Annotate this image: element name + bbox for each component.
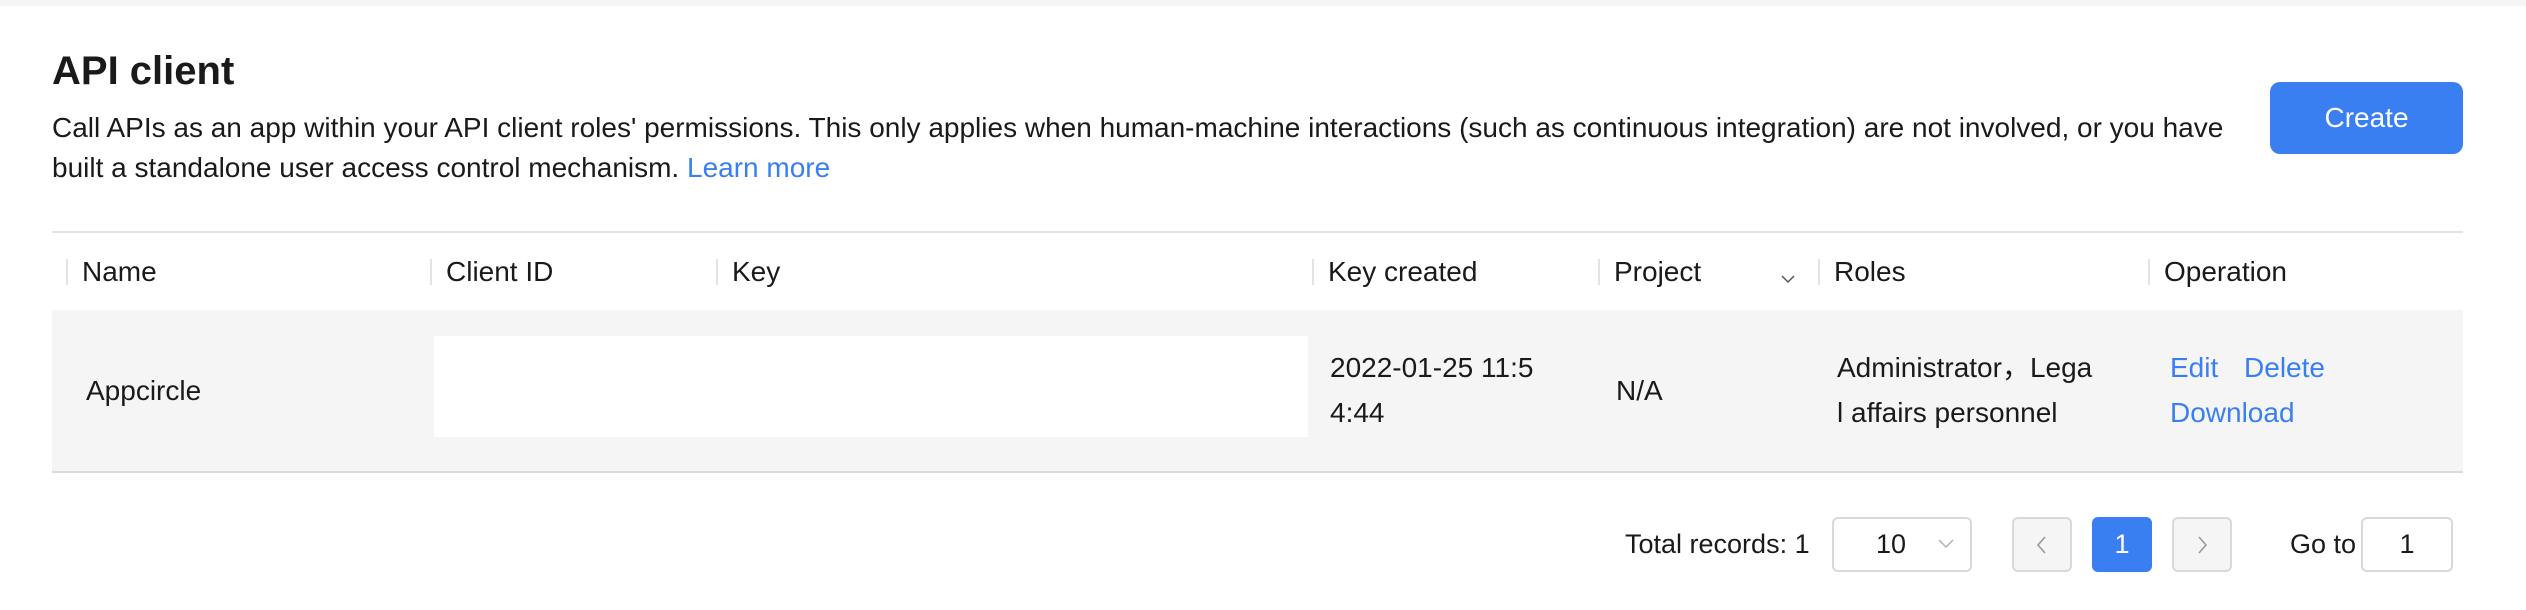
total-records: Total records: 1 (1625, 529, 1810, 559)
column-label: Key created (1328, 256, 1478, 287)
learn-more-link[interactable]: Learn more (687, 152, 830, 183)
next-page-button[interactable] (2172, 517, 2232, 572)
prev-page-button[interactable] (2012, 517, 2072, 572)
roles-line: l affairs personnel (1837, 397, 2058, 428)
column-header-client-id: Client ID (430, 233, 716, 310)
column-header-project: Project (1598, 233, 1818, 310)
table-header: Name Client ID Key Key created Project R… (52, 233, 2463, 310)
edit-link[interactable]: Edit (2170, 352, 2218, 383)
key-created-line: 2022-01-25 11:5 (1330, 352, 1534, 383)
column-separator (716, 259, 718, 285)
column-separator (2148, 259, 2150, 285)
cell-name: Appcircle (86, 375, 202, 406)
column-separator (1818, 259, 1820, 285)
column-header-operation: Operation (2148, 233, 2463, 310)
delete-link[interactable]: Delete (2244, 352, 2325, 383)
row-divider (52, 471, 2463, 473)
cell-client-id-key-redacted (434, 336, 1308, 437)
column-separator (430, 259, 432, 285)
download-link[interactable]: Download (2170, 397, 2295, 428)
column-label: Project (1614, 256, 1702, 287)
page-size-value: 10 (1876, 529, 1907, 559)
page-button-current[interactable]: 1 (2092, 517, 2152, 572)
top-band (0, 0, 2526, 6)
chevron-down-icon[interactable] (1780, 271, 1796, 287)
column-separator (1598, 259, 1600, 285)
cell-operation: Edit Delete Download (2170, 345, 2325, 435)
column-separator (66, 259, 68, 285)
column-label: Name (82, 256, 157, 287)
column-label: Roles (1834, 256, 1906, 287)
cell-project: N/A (1616, 375, 1663, 406)
cell-key-created: 2022-01-25 11:5 4:44 (1330, 345, 1533, 435)
column-label: Key (732, 256, 781, 287)
goto-label: Go to (2290, 529, 2357, 559)
column-header-name: Name (66, 233, 430, 310)
chevron-left-icon (2036, 535, 2046, 554)
page-description: Call APIs as an app within your API clie… (52, 108, 2252, 188)
goto-page-input[interactable] (2361, 517, 2453, 572)
page-title: API client (52, 49, 235, 93)
column-header-key: Key (716, 233, 1312, 310)
table-row: Appcircle 2022-01-25 11:5 4:44 N/A Admin… (52, 310, 2463, 471)
column-header-key-created: Key created (1312, 233, 1598, 310)
column-separator (1312, 259, 1314, 285)
page-size-select[interactable]: 10 (1832, 517, 1972, 572)
description-text: Call APIs as an app within your API clie… (52, 112, 2224, 183)
column-label: Operation (2164, 256, 2287, 287)
chevron-right-icon (2198, 535, 2208, 554)
column-header-roles: Roles (1818, 233, 2148, 310)
cell-roles: Administrator，Lega l affairs personnel (1837, 345, 2092, 435)
column-label: Client ID (446, 256, 554, 287)
create-button[interactable]: Create (2270, 82, 2463, 154)
roles-line: Administrator，Lega (1837, 352, 2093, 383)
key-created-line: 4:44 (1330, 397, 1385, 428)
chevron-down-icon (1938, 539, 1954, 549)
